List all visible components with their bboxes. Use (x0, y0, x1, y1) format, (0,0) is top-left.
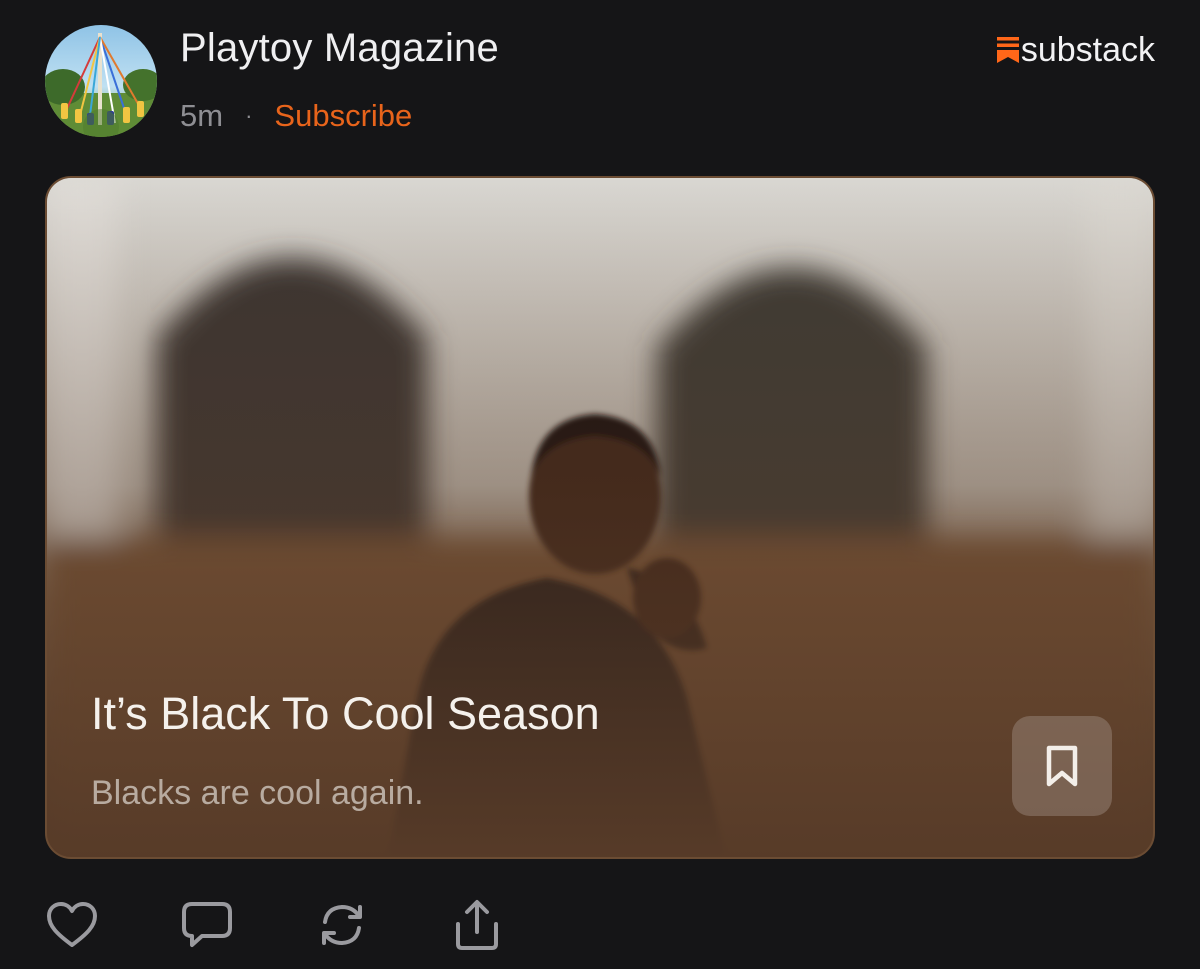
comment-icon (182, 902, 232, 947)
post-view: Playtoy Magazine 5m · Subscribe substack (0, 0, 1200, 969)
like-button[interactable] (45, 898, 99, 952)
share-button[interactable] (450, 898, 504, 952)
restack-button[interactable] (315, 898, 369, 952)
restack-icon (322, 904, 362, 946)
publication-avatar[interactable] (45, 25, 157, 137)
heart-icon (47, 902, 97, 947)
post-actions (45, 898, 585, 952)
post-meta: 5m · Subscribe (180, 96, 412, 136)
post-cover-image (47, 178, 1153, 857)
post-subtitle: Blacks are cool again. (91, 774, 424, 812)
substack-logo[interactable]: substack (996, 30, 1155, 70)
post-card[interactable]: It’s Black To Cool Season Blacks are coo… (45, 176, 1155, 859)
meta-separator: · (245, 103, 253, 128)
share-icon (456, 900, 498, 950)
bookmark-icon (1046, 745, 1078, 787)
subscribe-button[interactable]: Subscribe (274, 98, 412, 134)
post-time: 5m (180, 98, 224, 133)
publication-name[interactable]: Playtoy Magazine (180, 26, 499, 71)
comment-button[interactable] (180, 898, 234, 952)
substack-logo-icon (996, 37, 1019, 63)
maypole-image (45, 25, 157, 137)
substack-wordmark: substack (1020, 30, 1155, 69)
bookmark-button[interactable] (1012, 716, 1112, 816)
post-title[interactable]: It’s Black To Cool Season (91, 688, 600, 740)
